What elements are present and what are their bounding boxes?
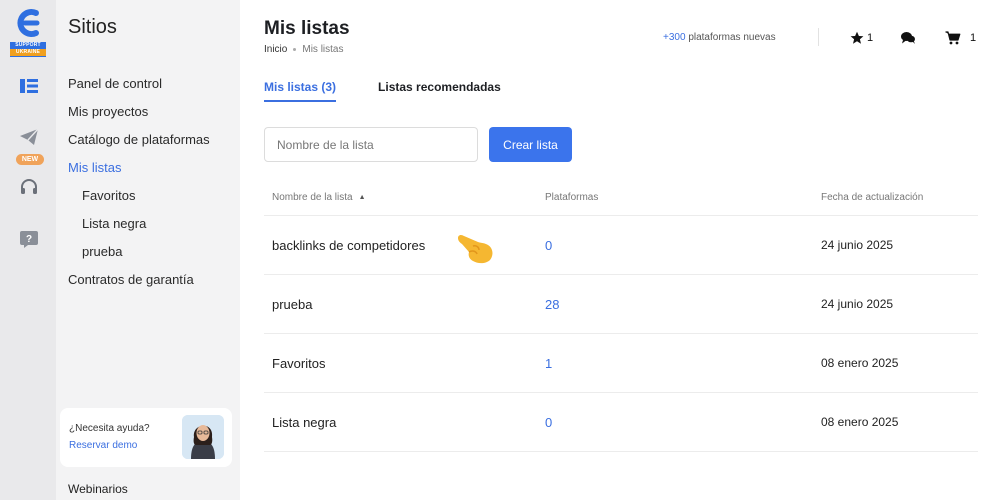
sidebar-item-my-lists[interactable]: Mis listas bbox=[68, 158, 236, 186]
table-row[interactable]: Favoritos 1 08 enero 2025 bbox=[264, 334, 978, 393]
column-header-date: Fecha de actualización bbox=[821, 192, 924, 203]
list-name-cell[interactable]: backlinks de competidores bbox=[264, 238, 545, 253]
chat-icon bbox=[901, 32, 915, 44]
sidebar-item-prueba[interactable]: prueba bbox=[68, 242, 236, 270]
sidebar-item-projects[interactable]: Mis proyectos bbox=[68, 102, 236, 130]
main-content: Mis listas Inicio Mis listas +300 plataf… bbox=[240, 0, 1000, 500]
platforms-count-cell[interactable]: 0 bbox=[545, 238, 821, 253]
sidebar-item-webinars[interactable]: Webinarios bbox=[68, 482, 128, 496]
updated-date-cell: 08 enero 2025 bbox=[821, 415, 899, 429]
platforms-count-cell[interactable]: 1 bbox=[545, 356, 821, 371]
updated-date-cell: 24 junio 2025 bbox=[821, 297, 894, 311]
platforms-count-cell[interactable]: 0 bbox=[545, 415, 821, 430]
sidebar-title: Sitios bbox=[68, 16, 117, 38]
page-title: Mis listas bbox=[264, 18, 350, 39]
favorites-count: 1 bbox=[867, 32, 874, 44]
svg-text:?: ? bbox=[26, 234, 32, 245]
favorites-button[interactable]: 1 bbox=[850, 29, 873, 47]
support-ukraine-badge: SUPPORT UKRAINE bbox=[10, 42, 46, 57]
new-platforms-text: plataformas nuevas bbox=[688, 32, 776, 43]
messages-button[interactable] bbox=[900, 29, 916, 47]
sidebar: Sitios Panel de control Mis proyectos Ca… bbox=[56, 0, 240, 500]
tab-my-lists[interactable]: Mis listas (3) bbox=[264, 80, 337, 102]
star-icon bbox=[850, 31, 864, 44]
help-chat-icon[interactable]: ? bbox=[18, 228, 40, 250]
sidebar-item-panel[interactable]: Panel de control bbox=[68, 74, 236, 102]
breadcrumb: Inicio Mis listas bbox=[264, 44, 343, 55]
icon-rail: SUPPORT UKRAINE NEW ? bbox=[0, 0, 56, 500]
sidebar-item-catalog[interactable]: Catálogo de plataformas bbox=[68, 130, 236, 158]
cart-count: 1 bbox=[970, 32, 977, 44]
updated-date-cell: 24 junio 2025 bbox=[821, 238, 894, 252]
column-name-label: Nombre de la lista bbox=[272, 192, 353, 203]
table-header: Nombre de la lista ▲ Plataformas Fecha d… bbox=[264, 180, 978, 216]
header-divider bbox=[818, 28, 819, 46]
table-row[interactable]: backlinks de competidores 0 24 junio 202… bbox=[264, 216, 978, 275]
create-list-button[interactable]: Crear lista bbox=[489, 127, 572, 162]
sidebar-item-contracts[interactable]: Contratos de garantía bbox=[68, 270, 236, 298]
table-row[interactable]: Lista negra 0 08 enero 2025 bbox=[264, 393, 978, 452]
badge-bottom-text: UKRAINE bbox=[10, 49, 46, 56]
list-icon[interactable] bbox=[18, 75, 40, 97]
new-tag: NEW bbox=[16, 154, 44, 165]
breadcrumb-home[interactable]: Inicio bbox=[264, 44, 287, 55]
pointing-hand-icon bbox=[456, 230, 496, 271]
book-demo-link[interactable]: Reservar demo bbox=[69, 440, 137, 451]
list-name-cell[interactable]: Favoritos bbox=[264, 356, 545, 371]
send-icon[interactable] bbox=[18, 126, 40, 148]
help-question: ¿Necesita ayuda? bbox=[69, 423, 150, 434]
sidebar-item-blacklist[interactable]: Lista negra bbox=[68, 214, 236, 242]
cart-icon bbox=[945, 31, 961, 45]
list-name-cell[interactable]: Lista negra bbox=[264, 415, 545, 430]
sort-ascending-icon: ▲ bbox=[358, 194, 366, 201]
updated-date-cell: 08 enero 2025 bbox=[821, 356, 899, 370]
breadcrumb-current: Mis listas bbox=[302, 44, 344, 55]
help-card: ¿Necesita ayuda? Reservar demo bbox=[60, 408, 232, 467]
lists-table: Nombre de la lista ▲ Plataformas Fecha d… bbox=[264, 180, 978, 452]
tab-bar: Mis listas (3) Listas recomendadas bbox=[264, 80, 501, 102]
column-header-name[interactable]: Nombre de la lista ▲ bbox=[264, 192, 545, 203]
badge-top-text: SUPPORT bbox=[15, 42, 41, 48]
sidebar-item-favorites[interactable]: Favoritos bbox=[68, 186, 236, 214]
sidebar-nav: Panel de control Mis proyectos Catálogo … bbox=[68, 74, 236, 298]
tab-recommended-lists[interactable]: Listas recomendadas bbox=[378, 80, 501, 102]
breadcrumb-separator bbox=[293, 48, 297, 51]
list-name-input[interactable] bbox=[264, 127, 478, 162]
column-header-platforms: Plataformas bbox=[545, 192, 599, 203]
table-row[interactable]: prueba 28 24 junio 2025 bbox=[264, 275, 978, 334]
cart-button[interactable]: 1 bbox=[945, 29, 976, 47]
list-name-cell[interactable]: prueba bbox=[264, 297, 545, 312]
support-avatar bbox=[182, 415, 224, 459]
platforms-count-cell[interactable]: 28 bbox=[545, 297, 821, 312]
headset-icon[interactable] bbox=[18, 176, 40, 198]
new-platforms-link[interactable]: +300 plataformas nuevas bbox=[663, 32, 776, 43]
app-logo[interactable]: SUPPORT UKRAINE bbox=[10, 6, 46, 58]
new-platforms-count: +300 bbox=[663, 32, 686, 43]
